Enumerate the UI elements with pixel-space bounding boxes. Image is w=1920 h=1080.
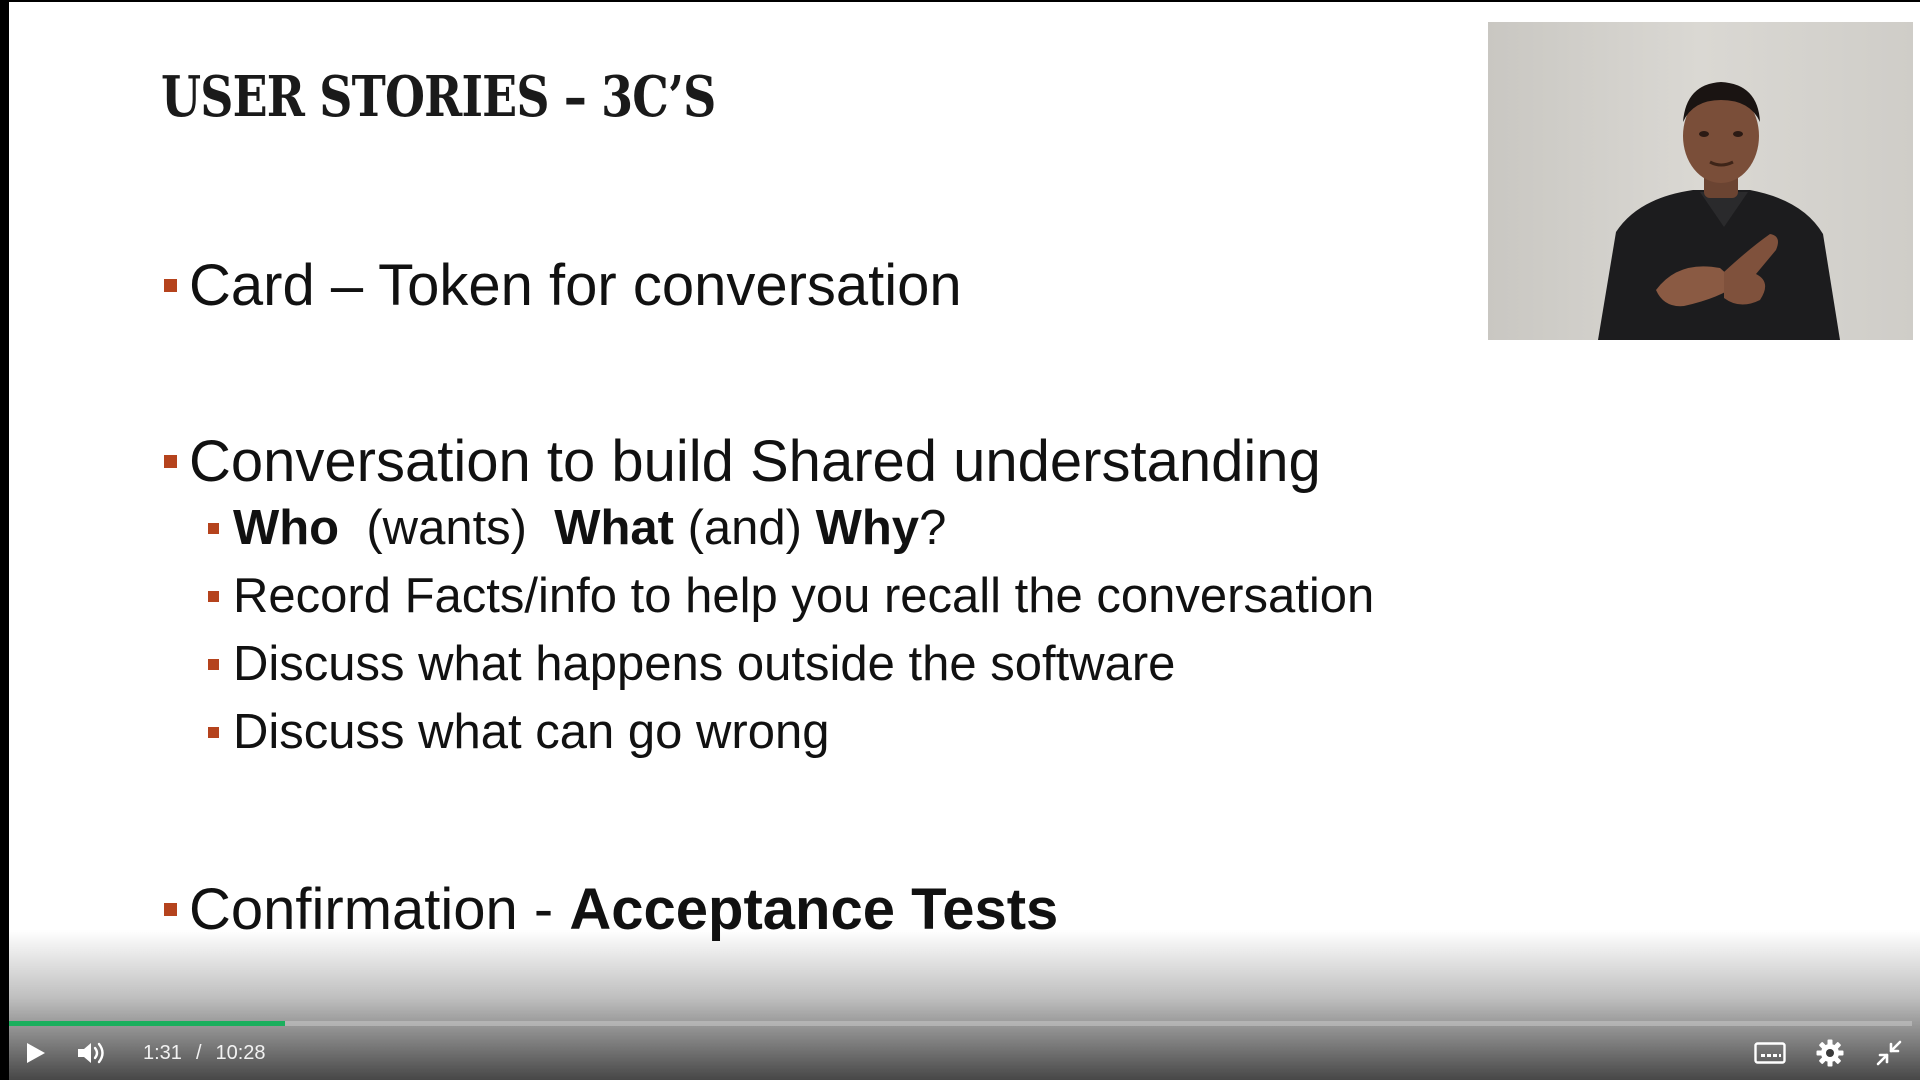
sub-bullet-who-what-why: Who (wants) What (and) Why? — [208, 500, 946, 556]
bullet-conversation: Conversation to build Shared understandi… — [164, 428, 1321, 495]
time-separator: / — [195, 1041, 202, 1064]
gear-icon — [1816, 1039, 1844, 1067]
settings-button[interactable] — [1812, 1030, 1848, 1076]
bullet-marker — [208, 590, 219, 602]
presenter-video-thumbnail — [1488, 22, 1913, 340]
slide-frame: USER STORIES – 3C’S Card – Token for con… — [9, 2, 1920, 1080]
current-time: 1:31 — [143, 1041, 182, 1064]
video-player[interactable]: USER STORIES – 3C’S Card – Token for con… — [0, 0, 1920, 1080]
play-button[interactable] — [18, 1030, 54, 1076]
sub-bullet-outside-software: Discuss what happens outside the softwar… — [208, 636, 1175, 692]
presenter-image — [1488, 22, 1913, 340]
sub-bullet-text: Record Facts/info to help you recall the… — [233, 569, 1375, 623]
time-display: 1:31 / 10:28 — [143, 1030, 266, 1076]
progress-bar[interactable] — [9, 1021, 1912, 1026]
wants-text: (wants) — [366, 501, 527, 555]
bullet-marker — [208, 726, 219, 738]
play-icon — [27, 1043, 45, 1063]
exit-fullscreen-icon — [1876, 1040, 1902, 1066]
bullet-marker — [164, 903, 177, 916]
bullet-marker — [208, 658, 219, 670]
question-mark: ? — [919, 501, 947, 555]
why-text: Why — [815, 501, 920, 555]
bullet-card-text: Card – Token for conversation — [189, 253, 962, 318]
captions-button[interactable] — [1752, 1030, 1788, 1076]
exit-fullscreen-button[interactable] — [1871, 1030, 1907, 1076]
what-text: What — [554, 501, 674, 555]
volume-button[interactable] — [72, 1030, 112, 1076]
sub-bullet-text: Discuss what can go wrong — [233, 705, 830, 759]
sub-bullet-go-wrong: Discuss what can go wrong — [208, 704, 829, 760]
progress-bar-played — [9, 1021, 285, 1026]
sub-bullet-text: Discuss what happens outside the softwar… — [233, 637, 1176, 691]
bullet-card: Card – Token for conversation — [164, 252, 962, 319]
sub-bullet-text: Who (wants) What (and) Why? — [233, 500, 946, 556]
bullet-conversation-text: Conversation to build Shared understandi… — [189, 429, 1321, 494]
volume-icon — [78, 1042, 104, 1064]
captions-icon — [1754, 1042, 1786, 1064]
player-controls: 1:31 / 10:28 — [0, 1030, 1920, 1076]
who-text: Who — [233, 501, 340, 555]
bullet-marker — [164, 455, 177, 468]
duration: 10:28 — [215, 1041, 266, 1064]
slide-title: USER STORIES – 3C’S — [161, 64, 716, 130]
bullet-marker — [208, 522, 219, 534]
sub-bullet-record-facts: Record Facts/info to help you recall the… — [208, 568, 1374, 624]
bullet-marker — [164, 279, 177, 292]
and-text: (and) — [687, 501, 802, 555]
